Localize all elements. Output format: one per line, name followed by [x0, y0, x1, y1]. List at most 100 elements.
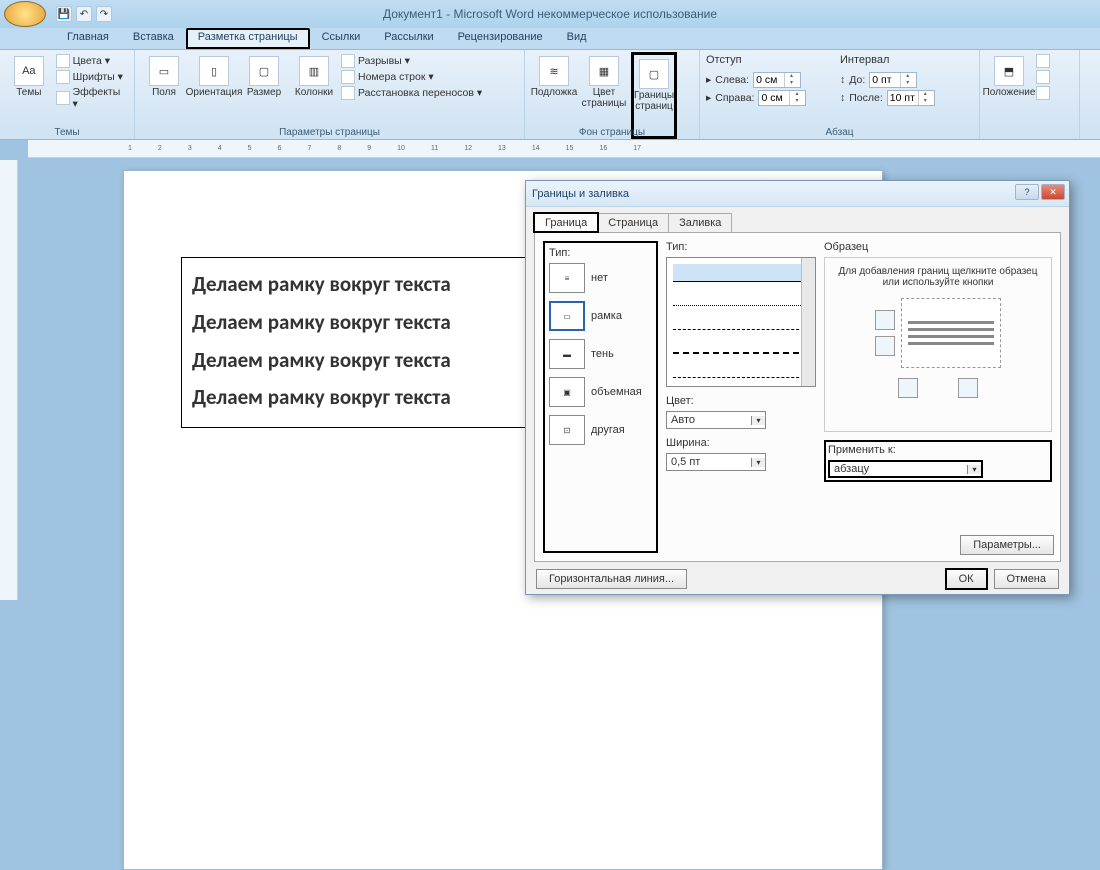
close-icon[interactable]: ✕ [1041, 184, 1065, 200]
size-button[interactable]: ▢Размер [241, 52, 287, 139]
save-icon[interactable]: 💾 [56, 6, 72, 22]
page-borders-button[interactable]: ▢Границы страниц [631, 52, 677, 139]
undo-icon[interactable]: ↶ [76, 6, 92, 22]
type-box[interactable]: ▭рамка [549, 301, 652, 331]
indent-right-spinner[interactable]: ▴▾ [758, 90, 806, 106]
group-page-background: ≋Подложка ▦Цвет страницы ▢Границы страни… [525, 50, 700, 139]
columns-icon: ▥ [299, 56, 329, 86]
preview-bottom-btn[interactable] [875, 336, 895, 356]
effects-button[interactable]: Эффекты ▾ [56, 86, 128, 110]
type-none[interactable]: ≡нет [549, 263, 652, 293]
type-none-icon: ≡ [549, 263, 585, 293]
arrange-more-1[interactable] [1036, 54, 1050, 68]
type-custom[interactable]: ⊡другая [549, 415, 652, 445]
dialog-tab-shading[interactable]: Заливка [668, 213, 732, 232]
spacing-before-icon: ↕ [840, 74, 845, 86]
preview-top-btn[interactable] [875, 310, 895, 330]
apply-to-combo[interactable]: абзацу▾ [828, 460, 983, 478]
orientation-button[interactable]: ▯Ориентация [191, 52, 237, 139]
preview-hint: Для добавления границ щелкните образец и… [829, 266, 1047, 288]
spacing-after-icon: ↕ [840, 92, 845, 104]
fonts-button[interactable]: Шрифты ▾ [56, 70, 128, 84]
size-icon: ▢ [249, 56, 279, 86]
horizontal-ruler[interactable]: 1234567891011121314151617 [28, 140, 1100, 158]
columns-button[interactable]: ▥Колонки [291, 52, 337, 139]
breaks-button[interactable]: Разрывы ▾ [341, 54, 511, 68]
params-button[interactable]: Параметры... [960, 535, 1054, 555]
dialog-tab-border[interactable]: Граница [534, 213, 598, 232]
chevron-down-icon: ▾ [751, 416, 765, 425]
style-label: Тип: [666, 241, 816, 253]
redo-icon[interactable]: ↷ [96, 6, 112, 22]
dialog-titlebar[interactable]: Границы и заливка ? ✕ [526, 181, 1069, 207]
type-shadow[interactable]: ▬тень [549, 339, 652, 369]
group-label-themes: Темы [0, 127, 134, 138]
dialog-tab-page[interactable]: Страница [597, 213, 669, 232]
type-shadow-icon: ▬ [549, 339, 585, 369]
preview-label: Образец [824, 241, 1052, 253]
office-button[interactable] [4, 1, 46, 27]
arrange-more-2[interactable] [1036, 70, 1050, 84]
doc-line[interactable]: Делаем рамку вокруг текста [192, 266, 520, 304]
color-combo[interactable]: Авто▾ [666, 411, 766, 429]
indent-left-spinner[interactable]: ▴▾ [753, 72, 801, 88]
doc-line[interactable]: Делаем рамку вокруг текста [192, 304, 520, 342]
position-button[interactable]: ⬒Положение [986, 52, 1032, 139]
ok-button[interactable]: ОК [945, 568, 988, 590]
type-label: Тип: [549, 247, 652, 259]
orientation-icon: ▯ [199, 56, 229, 86]
vertical-ruler[interactable] [0, 160, 18, 600]
type-3d[interactable]: ▣объемная [549, 377, 652, 407]
style-list[interactable] [666, 257, 816, 387]
margins-button[interactable]: ▭Поля [141, 52, 187, 139]
color-label: Цвет: [666, 395, 816, 407]
line-numbers-button[interactable]: Номера строк ▾ [341, 70, 511, 84]
horizontal-line-button[interactable]: Горизонтальная линия... [536, 569, 687, 589]
doc-line[interactable]: Делаем рамку вокруг текста [192, 342, 520, 380]
spacing-after-spinner[interactable]: ▴▾ [887, 90, 935, 106]
tab-view[interactable]: Вид [555, 28, 599, 49]
cancel-button[interactable]: Отмена [994, 569, 1059, 589]
dialog-body: Тип: ≡нет ▭рамка ▬тень ▣объемная ⊡другая… [534, 232, 1061, 562]
watermark-button[interactable]: ≋Подложка [531, 52, 577, 139]
spacing-before-spinner[interactable]: ▴▾ [869, 72, 917, 88]
group-themes: Aa Темы Цвета ▾ Шрифты ▾ Эффекты ▾ Темы [0, 50, 135, 139]
hyphenation-button[interactable]: Расстановка переносов ▾ [341, 86, 511, 100]
spacing-before-label: До: [849, 74, 865, 86]
spacing-after-label: После: [849, 92, 883, 104]
help-icon[interactable]: ? [1015, 184, 1039, 200]
ribbon-tabs: Главная Вставка Разметка страницы Ссылки… [0, 28, 1100, 50]
arrange-more-3[interactable] [1036, 86, 1050, 100]
preview-right-btn[interactable] [958, 378, 978, 398]
page-borders-icon: ▢ [639, 59, 669, 89]
doc-line[interactable]: Делаем рамку вокруг текста [192, 379, 520, 417]
tab-references[interactable]: Ссылки [310, 28, 373, 49]
themes-icon: Aa [14, 56, 44, 86]
style-scrollbar[interactable] [801, 258, 815, 386]
tab-home[interactable]: Главная [55, 28, 121, 49]
border-style-panel: Тип: Цвет: Авто▾ Ширина: 0,5 пт▾ [666, 241, 816, 553]
dialog-footer: Горизонтальная линия... ОК Отмена [526, 562, 1069, 596]
preview-left-btn[interactable] [898, 378, 918, 398]
dialog-tabs: Граница Страница Заливка [526, 207, 1069, 232]
themes-button[interactable]: Aa Темы [6, 52, 52, 139]
bordered-text-frame: Делаем рамку вокруг текста Делаем рамку … [181, 257, 531, 428]
colors-button[interactable]: Цвета ▾ [56, 54, 128, 68]
chevron-down-icon: ▾ [751, 458, 765, 467]
apply-to-label: Применить к: [828, 444, 1048, 456]
line-numbers-icon [341, 70, 355, 84]
indent-label: Отступ [706, 54, 836, 66]
dialog-title: Границы и заливка [532, 188, 629, 200]
indent-left-label: Слева: [715, 74, 749, 86]
quick-access-toolbar: 💾 ↶ ↷ [56, 6, 112, 22]
tab-page-layout[interactable]: Разметка страницы [186, 28, 310, 49]
group-label-page-setup: Параметры страницы [135, 127, 524, 138]
ribbon: Aa Темы Цвета ▾ Шрифты ▾ Эффекты ▾ Темы … [0, 50, 1100, 140]
width-combo[interactable]: 0,5 пт▾ [666, 453, 766, 471]
page-color-button[interactable]: ▦Цвет страницы [581, 52, 627, 139]
tab-mailings[interactable]: Рассылки [372, 28, 445, 49]
type-custom-icon: ⊡ [549, 415, 585, 445]
preview-sample[interactable] [901, 298, 1001, 368]
tab-insert[interactable]: Вставка [121, 28, 186, 49]
tab-review[interactable]: Рецензирование [446, 28, 555, 49]
